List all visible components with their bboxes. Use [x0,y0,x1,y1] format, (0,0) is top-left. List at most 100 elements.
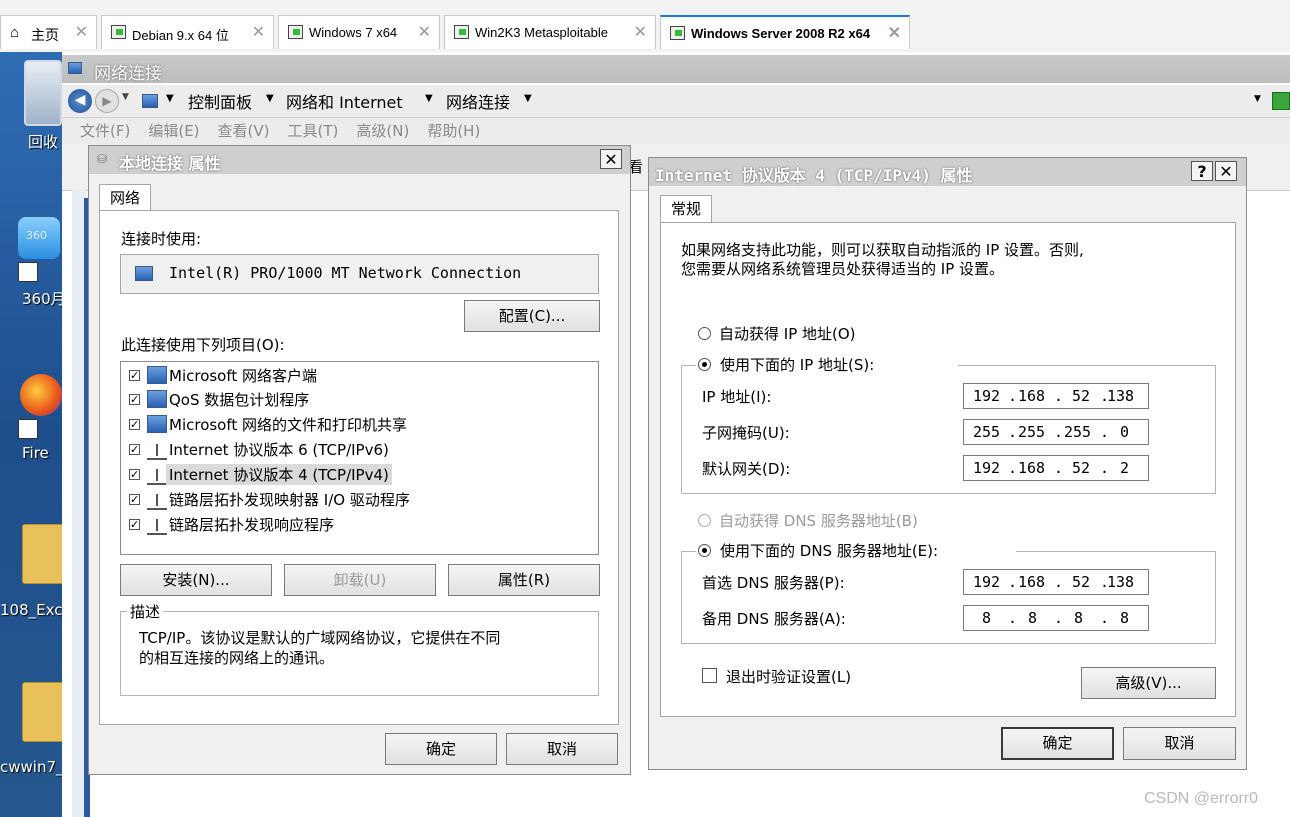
list-item[interactable]: ✓ Microsoft 网络客户端 [121,363,598,387]
properties-button[interactable]: 属性(R) [448,564,600,596]
tab-general[interactable]: 常规 [660,195,713,223]
ip-octet[interactable]: 8 [982,609,991,627]
tab-network[interactable]: 网络 [99,184,152,211]
chevron-down-icon[interactable]: ▼ [1254,94,1261,104]
preferred-dns-field[interactable]: 192. 168. 52. 138 [963,569,1149,595]
close-icon[interactable]: ✕ [75,22,88,42]
menu-advanced[interactable]: 高级(N) [356,122,409,140]
menu-file[interactable]: 文件(F) [80,122,130,140]
manual-ip-label[interactable]: 使用下面的 IP 地址(S): [720,354,874,375]
tab-vm-win7[interactable]: Windows 7 x64 ✕ [278,15,440,49]
ip-octet[interactable]: 52 [1072,573,1090,591]
folder-icon[interactable] [22,524,64,584]
menu-edit[interactable]: 编辑(E) [148,122,199,140]
ip-octet[interactable]: 0 [1120,423,1129,441]
ip-octet[interactable]: 8 [1120,609,1129,627]
ip-octet[interactable]: 255 [1018,423,1045,441]
ip-octet[interactable]: 138 [1107,387,1134,405]
close-icon[interactable]: ✕ [888,23,901,43]
ip-octet[interactable]: 255 [973,423,1000,441]
cancel-button[interactable]: 取消 [506,733,618,765]
close-icon[interactable]: ✕ [418,22,431,42]
default-gateway-field[interactable]: 192. 168. 52. 2 [963,455,1149,481]
chevron-down-icon[interactable]: ▼ [122,92,129,102]
item-checkbox[interactable]: ✓ [129,419,140,430]
ip-octet[interactable]: 8 [1074,609,1083,627]
list-item[interactable]: ✓ Internet 协议版本 6 (TCP/IPv6) [121,437,598,461]
ip-octet[interactable]: 138 [1107,573,1134,591]
ip-octet[interactable]: 168 [1018,573,1045,591]
firefox-icon[interactable] [20,374,62,416]
list-item-selected[interactable]: ✓ Internet 协议版本 4 (TCP/IPv4) [121,462,598,486]
ip-octet[interactable]: 2 [1120,459,1129,477]
breadcrumb-network-internet[interactable]: 网络和 Internet [286,89,403,113]
item-checkbox[interactable]: ✓ [129,370,140,381]
advanced-button[interactable]: 高级(V)... [1081,667,1216,699]
tab-vm-win2008[interactable]: Windows Server 2008 R2 x64 ✕ [660,15,910,49]
360-app-icon[interactable]: 360 [18,217,60,259]
alternate-dns-field[interactable]: 8. 8. 8. 8 [963,605,1149,631]
uninstall-button[interactable]: 卸载(U) [284,564,436,596]
ip-octet[interactable]: 8 [1028,609,1037,627]
ip-octet[interactable]: 52 [1072,459,1090,477]
tab-vm-debian[interactable]: Debian 9.x 64 位 ✕ [101,15,274,49]
validate-settings-checkbox[interactable] [702,668,717,683]
close-icon[interactable]: ✕ [634,22,647,42]
ip-octet[interactable]: 192 [973,459,1000,477]
cancel-button[interactable]: 取消 [1123,727,1236,760]
refresh-icon[interactable] [1272,92,1290,110]
close-icon[interactable]: ✕ [252,22,265,42]
auto-ip-label[interactable]: 自动获得 IP 地址(O) [719,323,856,344]
close-button[interactable]: ✕ [1215,161,1237,181]
manual-dns-radio[interactable] [698,544,711,557]
item-checkbox[interactable]: ✓ [129,469,140,480]
list-item[interactable]: ✓ QoS 数据包计划程序 [121,387,598,411]
list-item[interactable]: ✓ 链路层拓扑发现映射器 I/O 驱动程序 [121,487,598,511]
configure-button[interactable]: 配置(C)... [464,300,600,332]
auto-ip-radio[interactable] [698,327,711,340]
install-button[interactable]: 安装(N)... [120,564,272,596]
ok-button[interactable]: 确定 [1001,727,1114,760]
chevron-down-icon[interactable]: ▼ [425,93,433,104]
folder-icon[interactable] [22,682,64,742]
item-checkbox[interactable]: ✓ [129,519,140,530]
manual-ip-radio[interactable] [698,358,711,371]
tab-vm-win2k3[interactable]: Win2K3 Metasploitable ✕ [444,15,656,49]
description-title: 描述 [127,601,164,622]
subnet-mask-field[interactable]: 255. 255. 255. 0 [963,419,1149,445]
ip-octet[interactable]: 52 [1072,387,1090,405]
chevron-down-icon[interactable]: ▼ [266,93,274,104]
auto-dns-radio[interactable] [698,514,711,527]
back-arrow-icon[interactable]: ◀ [68,89,92,113]
ip-address-field[interactable]: 192. 168. 52. 138 [963,383,1149,409]
item-checkbox[interactable]: ✓ [129,444,140,455]
ip-octet[interactable]: 168 [1018,387,1045,405]
item-checkbox[interactable]: ✓ [129,394,140,405]
close-button[interactable]: ✕ [600,149,622,169]
chevron-down-icon[interactable]: ▼ [524,93,532,104]
recycle-bin-icon[interactable] [24,60,62,126]
ip-octet[interactable]: 255 [1064,423,1091,441]
ip-octet[interactable]: 192 [973,387,1000,405]
manual-dns-option[interactable]: 使用下面的 DNS 服务器地址(E): [696,539,1016,561]
auto-dns-label[interactable]: 自动获得 DNS 服务器地址(B) [719,510,918,531]
help-button[interactable]: ? [1191,161,1213,181]
list-item[interactable]: ✓ Microsoft 网络的文件和打印机共享 [121,412,598,436]
menu-view[interactable]: 查看(V) [218,122,270,140]
chevron-down-icon[interactable]: ▼ [166,93,174,104]
ok-button[interactable]: 确定 [385,733,497,765]
manual-ip-option[interactable]: 使用下面的 IP 地址(S): [696,353,958,375]
forward-arrow-icon[interactable]: ▶ [95,89,119,113]
breadcrumb-control-panel[interactable]: 控制面板 [188,89,252,113]
item-checkbox[interactable]: ✓ [129,494,140,505]
menu-tools[interactable]: 工具(T) [288,122,339,140]
breadcrumb-network-connections[interactable]: 网络连接 [446,89,510,113]
connect-using-label: 连接时使用: [121,230,202,248]
validate-settings-label[interactable]: 退出时验证设置(L) [726,666,851,687]
tab-home[interactable]: ⌂ 主页 ✕ [0,15,97,49]
list-item[interactable]: ✓ 链路层拓扑发现响应程序 [121,512,598,536]
ip-octet[interactable]: 192 [973,573,1000,591]
menu-help[interactable]: 帮助(H) [427,122,480,140]
ip-octet[interactable]: 168 [1018,459,1045,477]
manual-dns-label[interactable]: 使用下面的 DNS 服务器地址(E): [720,540,938,561]
